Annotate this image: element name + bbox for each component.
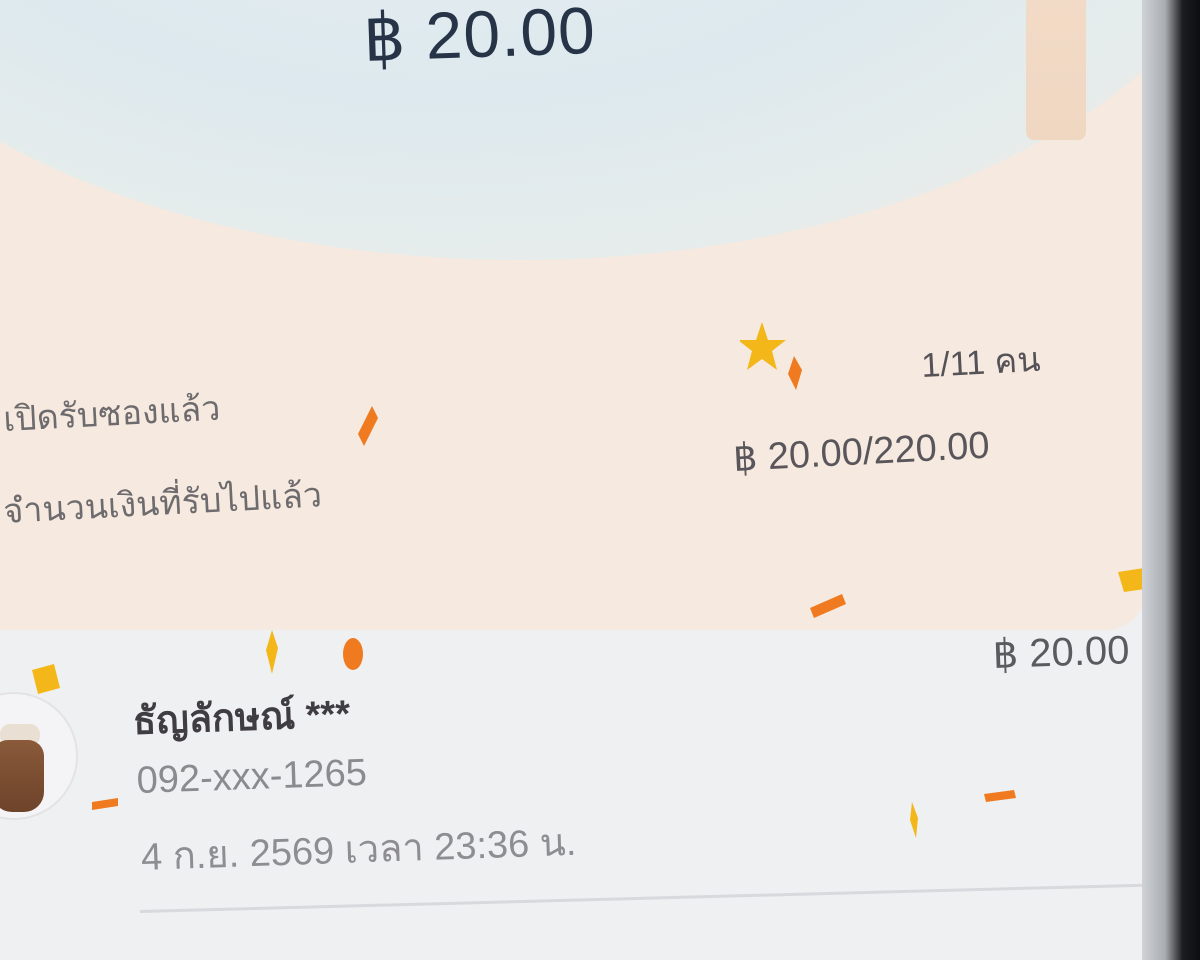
confetti-icon	[92, 798, 118, 810]
money-bag-icon	[0, 692, 78, 820]
confetti-icon	[358, 406, 378, 446]
status-label: เปิดรับซองแล้ว	[2, 389, 222, 439]
recipient-list-item[interactable]: ธัญลักษณ์ *** 092-xxx-1265 4 ก.ย. 2569 เ…	[0, 610, 1200, 960]
envelope-summary-card	[0, 0, 1146, 630]
device-bezel	[1142, 0, 1200, 960]
recipient-phone: 092-xxx-1265	[136, 751, 368, 802]
confetti-icon	[810, 594, 846, 618]
envelope-amount: ฿ 20.00	[362, 0, 597, 75]
confetti-icon	[984, 790, 1016, 802]
participant-count: 1/11 คน	[920, 340, 1042, 385]
confetti-icon	[740, 322, 802, 390]
confetti-icon	[266, 630, 278, 674]
confetti-icon	[32, 664, 60, 694]
confetti-icon	[343, 638, 363, 670]
red-envelope-screen: ฿ 20.00 เปิดรับซองแล้ว จำนวนเงินที่รับไป…	[0, 0, 1200, 960]
confetti-icon	[910, 802, 918, 838]
list-divider	[140, 882, 1200, 913]
recipient-datetime: 4 ก.ย. 2569 เวลา 23:36 น.	[140, 821, 578, 879]
recipient-amount: ฿ 20.00	[992, 628, 1131, 677]
recipient-name: ธัญลักษณ์ ***	[132, 693, 351, 743]
hero-accent-strip	[1026, 0, 1086, 140]
